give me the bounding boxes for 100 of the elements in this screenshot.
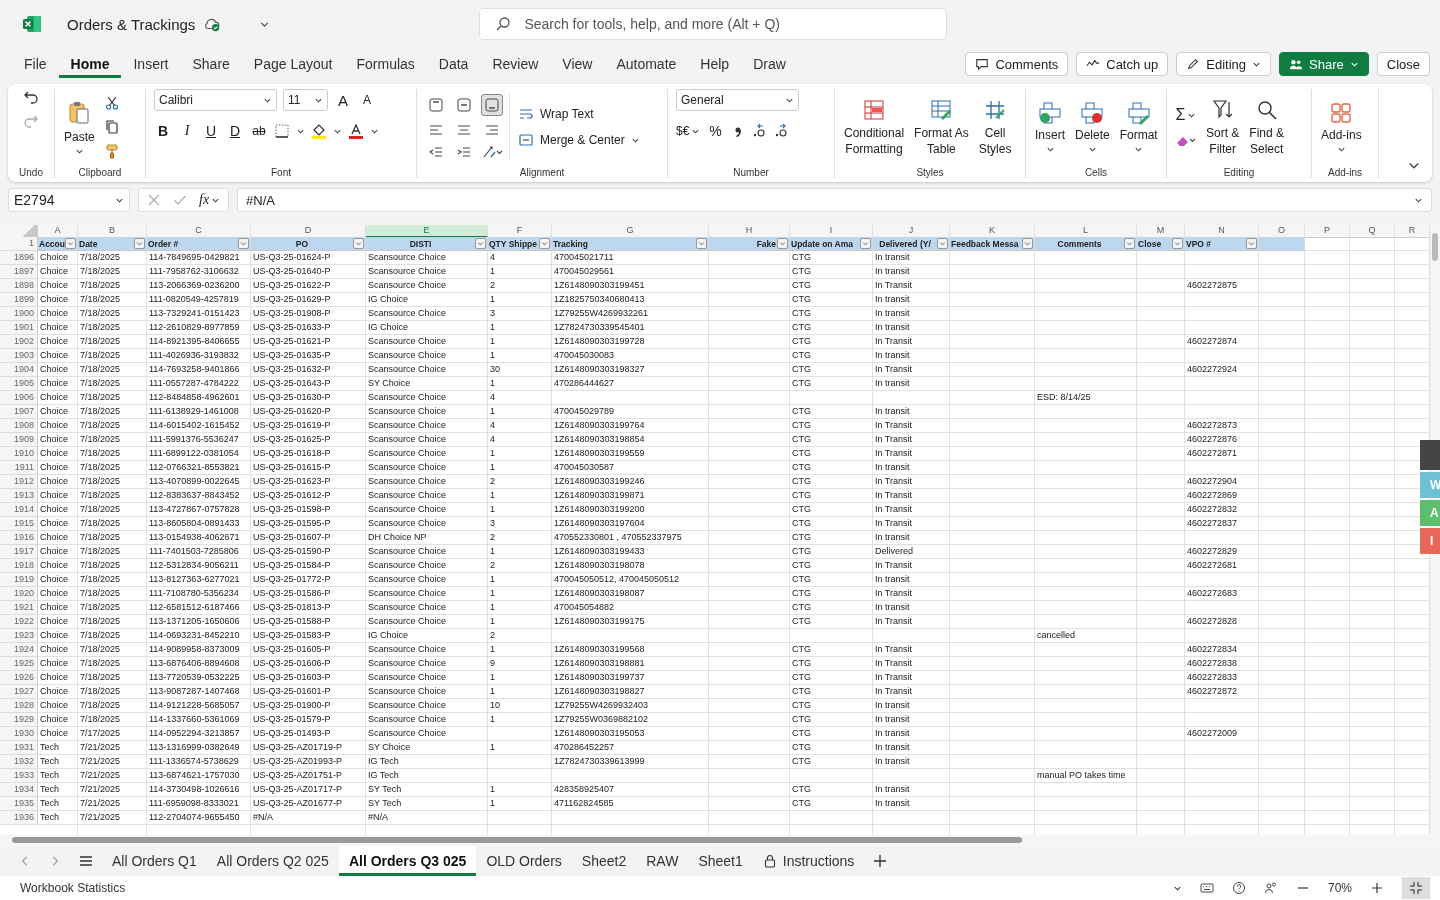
row-number[interactable]: 1922 <box>0 615 38 629</box>
sheet-tab[interactable]: All Orders Q1 <box>102 846 207 876</box>
row-number[interactable]: 1919 <box>0 573 38 587</box>
insert-cells-button[interactable]: Insert <box>1034 98 1066 156</box>
editing-button[interactable]: Editing <box>1176 52 1272 76</box>
copy-icon[interactable] <box>103 119 120 135</box>
row-number[interactable]: 1910 <box>0 447 38 461</box>
row-number[interactable]: 1902 <box>0 335 38 349</box>
vertical-align-button[interactable] <box>481 94 503 116</box>
filter-button[interactable] <box>353 238 364 249</box>
menu-tab[interactable]: Automate <box>604 50 689 78</box>
row-number[interactable]: 1929 <box>0 713 38 727</box>
row-number[interactable]: 1901 <box>0 321 38 335</box>
table-styles-button[interactable]: Format As Table <box>913 95 970 159</box>
format-cells-button[interactable]: Format <box>1118 98 1159 156</box>
font-style-button[interactable]: ab <box>250 121 268 141</box>
sheet-tab[interactable]: Sheet2 <box>571 846 637 876</box>
comments-button[interactable]: Comments <box>965 52 1069 76</box>
row-number[interactable]: 1908 <box>0 419 38 433</box>
orientation-icon[interactable] <box>481 144 503 160</box>
font-style-button[interactable]: B <box>154 121 172 141</box>
row-number[interactable]: 1934 <box>0 783 38 797</box>
align-right-icon[interactable] <box>484 122 500 138</box>
menu-icon[interactable] <box>79 854 93 868</box>
font-size-select[interactable]: 11 <box>283 89 328 111</box>
row-number[interactable]: 1906 <box>0 391 38 405</box>
find-button[interactable]: Find & Select <box>1248 95 1286 159</box>
close-button[interactable]: Close <box>1376 52 1430 76</box>
add-sheet-icon[interactable] <box>873 854 888 868</box>
row-number[interactable]: 1925 <box>0 657 38 671</box>
row-number[interactable]: 1911 <box>0 461 38 475</box>
row-number[interactable]: 1909 <box>0 433 38 447</box>
fit-view-button[interactable] <box>1402 877 1430 899</box>
conditional-styles-button[interactable]: Conditional Formatting <box>843 95 906 159</box>
paste-button[interactable]: Paste <box>63 96 96 158</box>
sheet-tab[interactable]: Instructions <box>752 846 865 876</box>
confirm-icon[interactable] <box>173 193 187 207</box>
row-number[interactable]: 1927 <box>0 685 38 699</box>
row-number[interactable]: 1 <box>0 237 38 251</box>
zoom-in-icon[interactable] <box>1370 881 1384 895</box>
filter-button[interactable] <box>65 238 76 249</box>
menu-tab[interactable]: Draw <box>741 50 798 78</box>
font-style-button[interactable]: U <box>202 121 220 141</box>
row-number[interactable]: 1907 <box>0 405 38 419</box>
row-number[interactable]: 1897 <box>0 265 38 279</box>
wrap-text-button[interactable]: Wrap Text <box>518 106 594 122</box>
search-field[interactable]: Search for tools, help, and more (Alt + Q) <box>479 8 948 40</box>
row-number[interactable]: 1912 <box>0 475 38 489</box>
filter-button[interactable] <box>134 238 145 249</box>
people-icon[interactable] <box>1263 881 1278 895</box>
filter-button[interactable] <box>1124 238 1135 249</box>
sheet-tab[interactable]: All Orders Q3 025 <box>338 846 477 876</box>
row-number[interactable]: 1913 <box>0 489 38 503</box>
row-number[interactable]: 1930 <box>0 727 38 741</box>
spreadsheet-logo-icon[interactable] <box>22 14 42 34</box>
row-number[interactable]: 1916 <box>0 531 38 545</box>
row-number[interactable]: 1899 <box>0 293 38 307</box>
name-box[interactable]: E2794 <box>8 188 130 212</box>
catchup-button[interactable]: Catch up <box>1076 52 1169 76</box>
autosum-button[interactable]: Σ <box>1175 105 1197 125</box>
row-number[interactable]: 1935 <box>0 797 38 811</box>
filter-button[interactable] <box>539 238 550 249</box>
keyboard-icon[interactable] <box>1199 881 1214 895</box>
insert-function-button[interactable]: fx <box>199 192 221 208</box>
sheet-tab[interactable]: Sheet1 <box>688 846 753 876</box>
grow-font-button[interactable]: A <box>334 90 352 110</box>
row-number[interactable]: 1926 <box>0 671 38 685</box>
workbook-statistics[interactable]: Workbook Statistics <box>20 881 126 895</box>
cell-styles-button[interactable]: Cell Styles <box>977 95 1013 159</box>
sheet-tab[interactable]: All Orders Q2 025 <box>206 846 339 876</box>
redo-icon[interactable] <box>23 113 39 129</box>
font-style-button[interactable]: D <box>226 121 244 141</box>
increase-indent-icon[interactable] <box>456 144 472 160</box>
shrink-font-button[interactable]: A <box>358 90 376 110</box>
share-button[interactable]: Share <box>1279 52 1369 76</box>
row-number[interactable]: 1900 <box>0 307 38 321</box>
row-number[interactable]: 1921 <box>0 601 38 615</box>
row-number[interactable]: 1931 <box>0 741 38 755</box>
filter-button[interactable] <box>1172 238 1183 249</box>
delete-cells-button[interactable]: Delete <box>1074 98 1111 156</box>
filter-button[interactable] <box>777 238 788 249</box>
cut-icon[interactable] <box>103 95 120 111</box>
decrease-indent-icon[interactable] <box>428 144 444 160</box>
row-number[interactable]: 1898 <box>0 279 38 293</box>
row-number[interactable]: 1896 <box>0 251 38 265</box>
currency-button[interactable]: $€ <box>676 121 701 141</box>
row-number[interactable]: 1904 <box>0 363 38 377</box>
row-number[interactable]: 1933 <box>0 769 38 783</box>
merge-center-button[interactable]: Merge & Center <box>518 132 640 148</box>
filter-button[interactable] <box>475 238 486 249</box>
menu-tab[interactable]: Page Layout <box>241 50 345 78</box>
menu-tab[interactable]: Share <box>180 50 242 78</box>
number-format-select[interactable]: General <box>676 89 799 111</box>
font-style-button[interactable]: I <box>178 121 196 141</box>
row-number[interactable]: 1936 <box>0 811 38 825</box>
menu-tab[interactable]: Home <box>58 50 122 78</box>
row-number[interactable]: 1903 <box>0 349 38 363</box>
filter-button[interactable] <box>860 238 871 249</box>
filter-button[interactable] <box>937 238 948 249</box>
zoom-level[interactable]: 70% <box>1327 881 1352 895</box>
